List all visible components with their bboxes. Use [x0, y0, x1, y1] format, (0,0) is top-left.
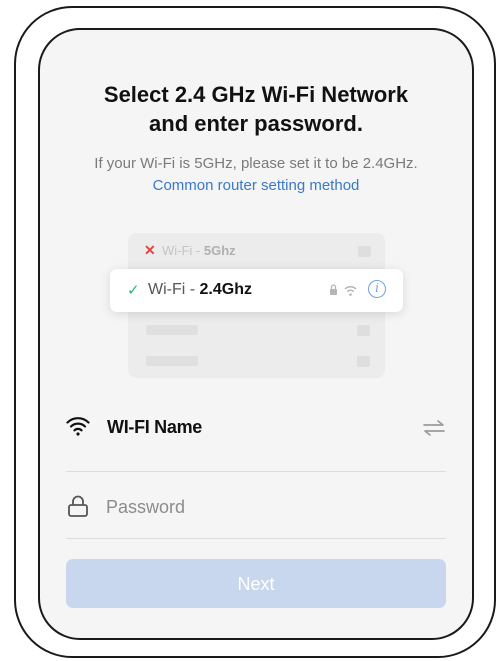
network-row-5ghz: ✕ Wi-Fi - 5Ghz — [128, 237, 385, 265]
page-title: Select 2.4 GHz Wi-Fi Network and enter p… — [38, 80, 474, 138]
placeholder-square — [358, 246, 371, 257]
password-input[interactable] — [106, 492, 426, 522]
subtitle-hint: If your Wi-Fi is 5GHz, please set it to … — [94, 155, 418, 172]
network-prefix-24ghz: Wi-Fi - — [148, 281, 200, 298]
next-button[interactable]: Next — [66, 559, 446, 608]
placeholder-bar — [146, 325, 198, 335]
divider — [66, 538, 446, 539]
lock-icon — [66, 494, 90, 523]
placeholder-bar — [146, 356, 198, 366]
router-setting-link[interactable]: Common router setting method — [38, 177, 474, 194]
divider — [66, 471, 446, 472]
placeholder-square — [357, 356, 370, 367]
network-band-5ghz: 5Ghz — [203, 243, 236, 258]
wifi-name-row[interactable]: WI-FI Name — [66, 413, 446, 445]
wifi-icon — [66, 415, 90, 442]
lock-wifi-small-icon — [330, 284, 357, 296]
swap-icon[interactable] — [422, 419, 446, 442]
placeholder-square — [357, 325, 370, 336]
network-label-5ghz: Wi-Fi - 5Ghz — [162, 243, 236, 258]
check-icon: ✓ — [127, 282, 140, 299]
wifi-name-value: WI-FI Name — [107, 417, 203, 437]
network-status-icons — [328, 280, 360, 302]
password-row — [66, 490, 446, 524]
network-prefix-5ghz: Wi-Fi - — [162, 243, 204, 258]
page-title-line-1: Select 2.4 GHz Wi-Fi Network — [103, 82, 409, 107]
page-title-line-2: and enter password. — [149, 111, 363, 136]
network-label-24ghz: Wi-Fi - 2.4Ghz — [148, 281, 252, 299]
network-band-24ghz: 2.4Ghz — [199, 281, 252, 298]
network-row-24ghz: ✓ Wi-Fi - 2.4Ghz i — [110, 269, 403, 312]
cross-icon: ✕ — [144, 242, 156, 258]
info-icon: i — [368, 280, 386, 298]
